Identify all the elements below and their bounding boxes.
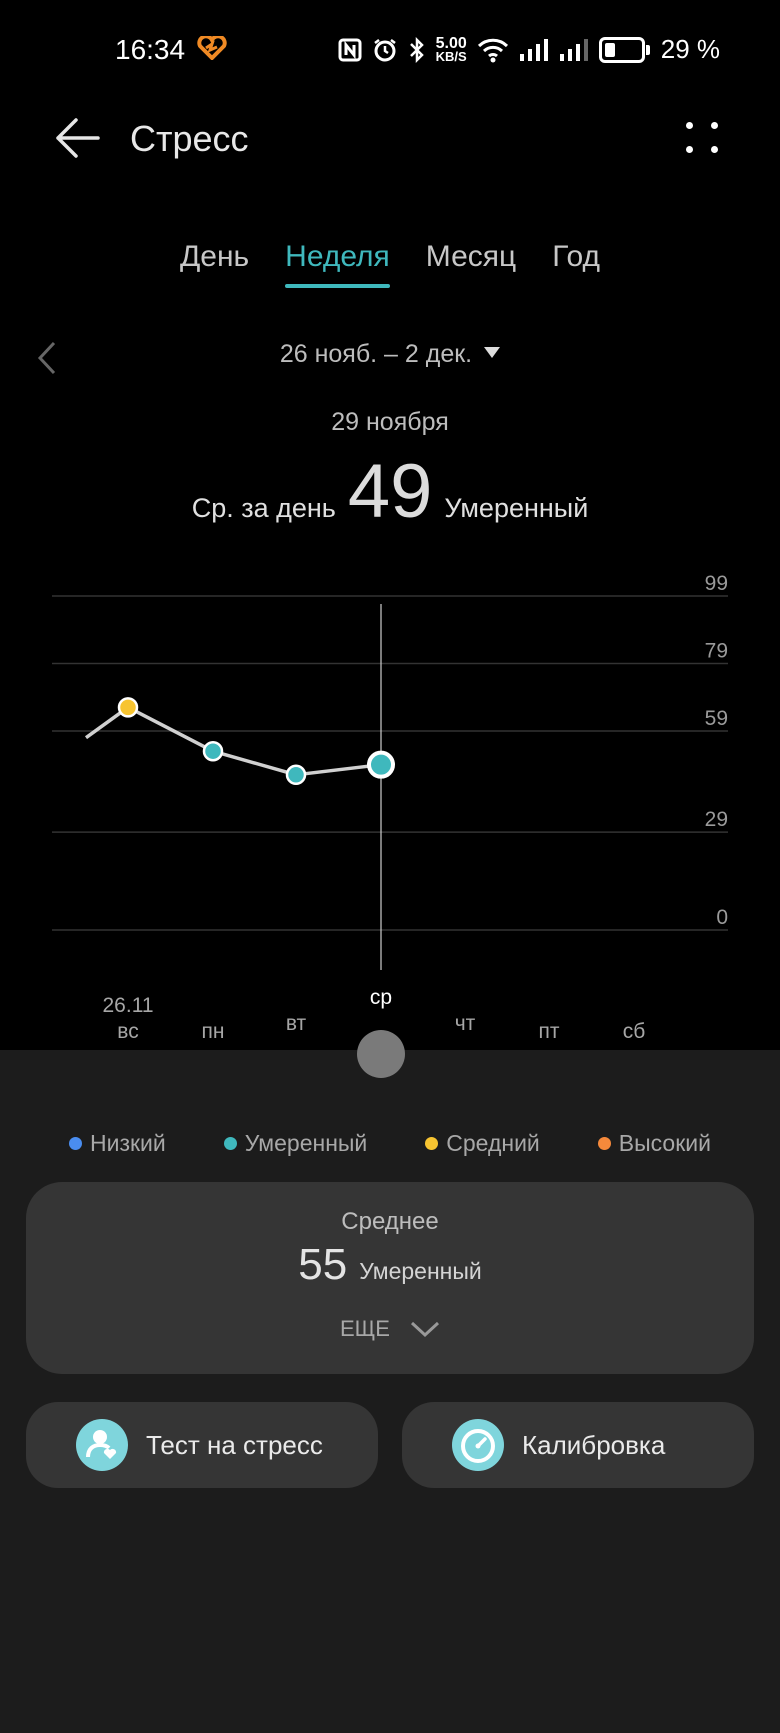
legend-item-medium: Средний [425, 1130, 540, 1157]
legend-dot [425, 1137, 439, 1150]
legend-item-moderate: Умеренный [223, 1130, 367, 1157]
y-tick-label: 99 [705, 572, 728, 595]
x-tick-label: пн [202, 1020, 225, 1043]
back-arrow-icon[interactable] [52, 112, 104, 164]
person-heart-icon [76, 1419, 128, 1471]
daily-average-label: Ср. за день [191, 493, 336, 523]
period-range-selector[interactable]: 26 нояб. – 2 дек. [0, 340, 780, 369]
scrubber-handle [357, 1030, 405, 1078]
dropdown-caret-icon [484, 346, 501, 358]
y-tick-label: 79 [705, 639, 728, 662]
calibration-label: Калибровка [522, 1429, 666, 1460]
more-label: ЕЩЕ [340, 1316, 390, 1341]
stress-chart[interactable]: 99 79 59 29 0 26.11 вс пн вт ср чт пт сб [0, 560, 780, 1080]
tab-day[interactable]: День [162, 240, 267, 274]
signal-icon-2 [559, 38, 588, 61]
chart-background [0, 560, 780, 1050]
x-tick-label: сб [623, 1020, 646, 1043]
daily-average-level: Умеренный [444, 493, 589, 523]
stress-test-button[interactable]: Тест на стресс [26, 1402, 378, 1488]
alarm-icon [373, 38, 396, 61]
network-speed: 5.00 KB/S [435, 34, 467, 64]
battery-percent: 29 % [660, 34, 720, 64]
status-time: 16:34 [115, 34, 186, 65]
period-tabs: День Неделя Месяц Год [0, 240, 780, 288]
data-point [202, 740, 224, 762]
x-tick-label: вт [286, 1012, 307, 1035]
period-range-label: 26 нояб. – 2 дек. [279, 340, 473, 368]
calibration-button[interactable]: Калибровка [402, 1402, 754, 1488]
x-date-label: 26.11 [103, 994, 154, 1017]
tab-year[interactable]: Год [534, 240, 618, 274]
status-bar: 16:34 5.00 KB/S 29 % [0, 0, 780, 100]
battery-icon [598, 36, 650, 63]
tab-week[interactable]: Неделя [267, 240, 408, 288]
data-point [117, 697, 139, 718]
tab-month[interactable]: Месяц [408, 240, 534, 274]
legend-dot [223, 1137, 237, 1150]
summary-value-line: 55 Умеренный [0, 1240, 780, 1290]
legend-item-low: Низкий [68, 1130, 166, 1157]
page-title: Стресс [130, 118, 249, 159]
gauge-icon [452, 1419, 504, 1471]
y-tick-label: 29 [705, 808, 728, 831]
signal-icon-1 [519, 38, 548, 61]
x-tick-label: пт [539, 1020, 560, 1043]
wifi-icon [477, 38, 508, 62]
bluetooth-icon [409, 36, 424, 63]
summary-label: Среднее [341, 1208, 439, 1235]
legend-dot [597, 1137, 611, 1150]
more-options-icon[interactable] [684, 118, 720, 158]
x-tick-label: вс [117, 1020, 138, 1043]
chevron-down-icon [410, 1321, 440, 1338]
stress-test-label: Тест на стресс [146, 1429, 323, 1460]
y-tick-label: 0 [716, 906, 728, 929]
data-point [285, 764, 307, 786]
daily-average-value: 49 [347, 449, 433, 534]
legend-dot [68, 1137, 82, 1150]
health-app-icon [197, 36, 227, 60]
selected-summary: Ср. за день 49 Умеренный [0, 448, 780, 535]
legend-item-high: Высокий [597, 1130, 711, 1157]
summary-value: 55 [298, 1240, 348, 1289]
selected-date: 29 ноября [331, 408, 449, 436]
x-tick-label: ср [370, 986, 392, 1009]
status-icons: 5.00 KB/S 29 % [338, 34, 720, 65]
nfc-icon [338, 38, 362, 61]
summary-level: Умеренный [359, 1258, 482, 1284]
legend: Низкий Умеренный Средний Высокий [0, 1130, 780, 1157]
data-point [367, 750, 395, 779]
more-button[interactable]: ЕЩЕ [0, 1316, 780, 1342]
y-tick-label: 59 [705, 707, 728, 730]
x-tick-label: чт [455, 1012, 476, 1035]
